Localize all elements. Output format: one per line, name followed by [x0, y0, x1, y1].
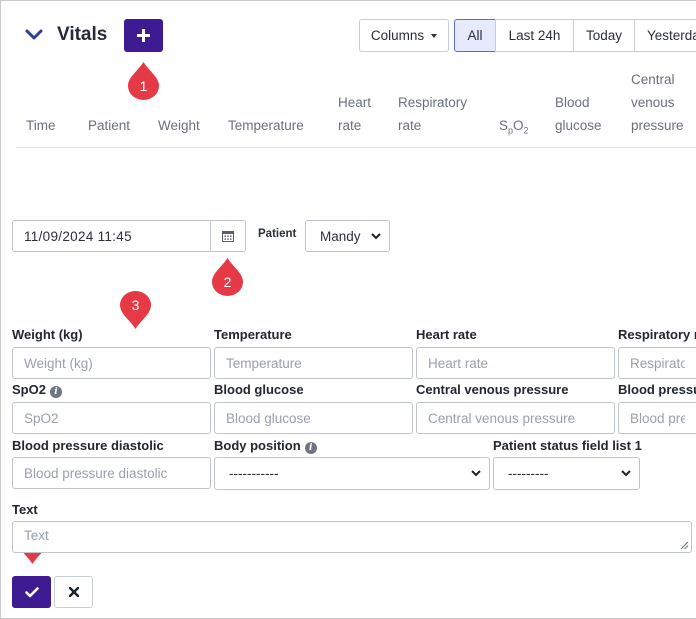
- add-vitals-button[interactable]: [124, 19, 163, 52]
- callout-marker-1: 1: [128, 62, 159, 100]
- filter-yesterday[interactable]: Yesterday: [634, 19, 696, 52]
- patient-select[interactable]: Mandy: [305, 220, 390, 252]
- col-central-venous-pressure: Central venous pressure: [631, 72, 684, 133]
- col-weight: Weight: [158, 118, 200, 133]
- datetime-input[interactable]: [12, 220, 211, 252]
- checkmark-icon: [24, 586, 39, 597]
- text-label: Text: [12, 502, 38, 517]
- bp-systolic-input[interactable]: [618, 402, 696, 434]
- temperature-input[interactable]: [214, 347, 413, 379]
- col-blood-glucose: Blood glucose: [555, 95, 602, 133]
- col-spo2: SpO2: [499, 118, 529, 136]
- temperature-label: Temperature: [214, 327, 292, 342]
- heart-rate-input[interactable]: [416, 347, 615, 379]
- body-position-select[interactable]: -----------: [214, 457, 490, 490]
- chevron-down-icon: [621, 470, 631, 477]
- callout-marker-2: 2: [212, 258, 243, 296]
- cvp-input[interactable]: [416, 402, 615, 434]
- table-header-divider: [16, 147, 696, 148]
- status-list-label: Patient status field list 1: [493, 438, 642, 453]
- caret-down-icon: [431, 33, 438, 38]
- page-title: Vitals: [57, 24, 108, 45]
- chevron-down-icon: [471, 470, 481, 477]
- body-position-label: Body position i: [214, 438, 317, 454]
- plus-icon: [137, 29, 150, 42]
- col-temperature: Temperature: [228, 118, 304, 133]
- col-patient: Patient: [88, 118, 131, 133]
- calendar-icon: [222, 231, 234, 242]
- bp-systolic-label: Blood pressure systolic: [618, 382, 696, 397]
- columns-label: Columns: [370, 28, 425, 43]
- text-textarea[interactable]: [12, 521, 692, 553]
- calendar-button[interactable]: [210, 220, 246, 252]
- heart-rate-label: Heart rate: [416, 327, 477, 342]
- status-list-value: ---------: [508, 466, 549, 481]
- weight-label: Weight (kg): [12, 327, 83, 342]
- callout-marker-3: 3: [120, 291, 151, 329]
- save-button[interactable]: [12, 576, 51, 608]
- resize-handle-icon[interactable]: [680, 541, 689, 550]
- patient-label: Patient: [258, 228, 297, 240]
- chevron-down-icon[interactable]: [24, 27, 44, 43]
- cvp-label: Central venous pressure: [416, 382, 569, 397]
- info-icon[interactable]: i: [304, 442, 317, 454]
- weight-input[interactable]: [12, 347, 211, 379]
- close-icon: [68, 587, 79, 597]
- respiratory-rate-label: Respiratory rate: [618, 327, 696, 342]
- blood-glucose-input[interactable]: [214, 402, 413, 434]
- filter-all[interactable]: All: [454, 19, 496, 52]
- body-position-value: -----------: [229, 466, 279, 481]
- cancel-button[interactable]: [54, 576, 93, 608]
- filter-today[interactable]: Today: [573, 19, 635, 52]
- columns-dropdown-button[interactable]: Columns: [359, 19, 449, 52]
- col-respiratory-rate: Respiratory rate: [398, 95, 468, 133]
- status-list-select[interactable]: ---------: [493, 457, 640, 490]
- patient-select-value: Mandy: [320, 228, 361, 244]
- bp-diastolic-input[interactable]: [12, 457, 211, 489]
- blood-glucose-label: Blood glucose: [214, 382, 304, 397]
- col-heart-rate: Heart rate: [338, 95, 372, 133]
- col-time: Time: [26, 118, 56, 133]
- respiratory-rate-input[interactable]: [618, 347, 696, 379]
- bp-diastolic-label: Blood pressure diastolic: [12, 438, 164, 453]
- filter-last-24h[interactable]: Last 24h: [495, 19, 574, 52]
- spo2-label: SpO2 i: [12, 382, 62, 398]
- spo2-input[interactable]: [12, 402, 211, 434]
- info-icon[interactable]: i: [49, 386, 62, 398]
- chevron-down-icon: [371, 233, 381, 240]
